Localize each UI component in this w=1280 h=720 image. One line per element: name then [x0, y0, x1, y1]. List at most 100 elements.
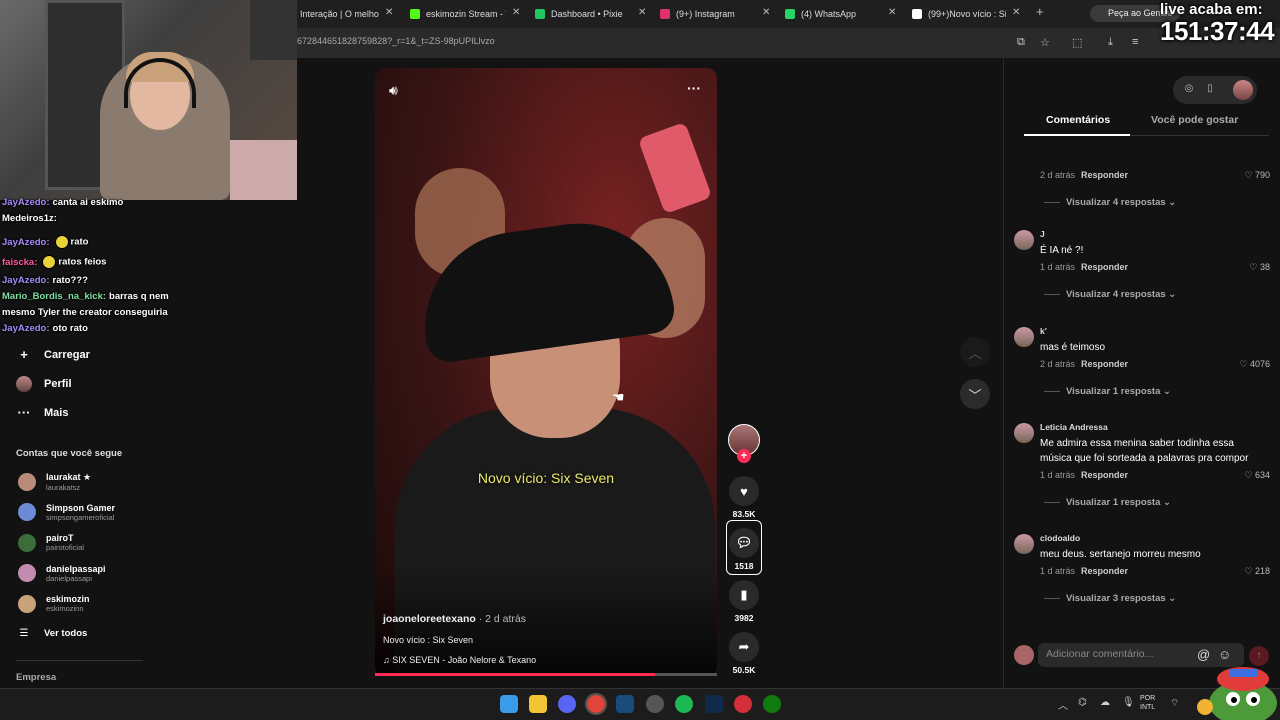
commenter-avatar[interactable] [1014, 230, 1034, 250]
comment-action[interactable]: 💬︎ 1518 [727, 528, 761, 571]
bookmark-star-icon[interactable]: ☆ [1040, 36, 1050, 49]
background-wall [250, 0, 297, 60]
share-action[interactable]: ➦ 50.5K [727, 632, 761, 675]
tab-comments[interactable]: Comentários [1046, 114, 1110, 126]
wifi-icon[interactable]: ⌔ [1170, 697, 1179, 710]
author-name[interactable]: joaoneloreetexano [383, 613, 476, 625]
video-music[interactable]: ♫ SIX SEVEN - João Nelore & Texano [383, 655, 536, 665]
opera-icon[interactable] [734, 695, 752, 713]
close-tab-icon[interactable]: ✕ [385, 7, 393, 18]
commenter-avatar[interactable] [1014, 327, 1034, 347]
compass-icon[interactable]: ◎ [1180, 80, 1198, 98]
browser-tab[interactable]: Dashboard • Pixie [535, 4, 632, 24]
url-text[interactable]: 6728446518287598​28?_r=1&_t=ZS-98pUPILlv… [297, 36, 495, 46]
cloud-icon[interactable]: ☁ [1100, 697, 1110, 708]
commenter-name[interactable]: J [1040, 229, 1045, 239]
previous-video-button[interactable]: ︿ [960, 337, 990, 367]
like-action[interactable]: ♥ 83.5K [727, 476, 761, 519]
chat-text: canta ai eskimo [52, 197, 124, 208]
heart-icon[interactable]: ♥ [729, 476, 759, 506]
reply-button[interactable]: Responder [1081, 566, 1128, 576]
comment-like[interactable]: ♡ 218 [1228, 566, 1270, 577]
video-player[interactable]: 🔊︎ ··· [375, 68, 717, 676]
spotify-icon[interactable] [675, 695, 693, 713]
network-icon[interactable]: ⌬ [1078, 697, 1087, 708]
xbox-icon[interactable] [763, 695, 781, 713]
close-tab-icon[interactable]: ✕ [888, 7, 896, 18]
view-replies[interactable]: Visualizar 1 resposta ⌄ [1044, 386, 1171, 397]
reply-button[interactable]: Responder [1081, 470, 1128, 480]
chrome-icon[interactable] [585, 693, 607, 715]
comment-like[interactable]: ♡ 4076 [1228, 359, 1270, 370]
reply-button[interactable]: Responder [1081, 359, 1128, 369]
new-tab-button[interactable]: + [1036, 4, 1044, 19]
share-arrow-icon[interactable]: ➦ [729, 632, 759, 662]
media-icon[interactable]: ≡ [1132, 36, 1138, 48]
obs-icon[interactable] [646, 695, 664, 713]
mic-icon[interactable]: 🎙︎ [1122, 697, 1135, 708]
more-options-icon[interactable]: ··· [687, 80, 701, 96]
tab-favicon-icon [660, 9, 670, 19]
see-all-link[interactable]: ☰ Ver todos [16, 628, 88, 639]
volume-icon[interactable]: 🔊︎ [389, 82, 398, 99]
browser-tab[interactable]: (9+) Instagram [660, 4, 756, 24]
commenter-name[interactable]: Leticia Andressa [1040, 422, 1108, 432]
reply-button[interactable]: Responder [1081, 170, 1128, 180]
user-avatar[interactable] [1233, 80, 1253, 100]
followed-account[interactable]: laurakat ★ laurakatsz [18, 472, 91, 492]
browser-tab[interactable]: eskimozin Stream - W [410, 4, 506, 24]
reply-button[interactable]: Responder [1081, 262, 1128, 272]
browser-tab[interactable]: (4) WhatsApp [785, 4, 882, 24]
view-replies[interactable]: Visualizar 1 resposta ⌄ [1044, 497, 1171, 508]
comment-like[interactable]: ♡ 38 [1228, 262, 1270, 273]
close-tab-icon[interactable]: ✕ [762, 7, 770, 18]
video-author[interactable]: joaoneloreetexano · 2 d atrás [383, 613, 526, 625]
phone-icon[interactable]: ▯ [1201, 80, 1219, 98]
comment-bubble-icon[interactable]: 💬︎ [729, 528, 759, 558]
windows-start-icon[interactable] [500, 695, 518, 713]
sidebar-item-profile[interactable]: Perfil [16, 376, 72, 392]
download-icon[interactable]: ⤓ [1108, 36, 1113, 49]
account-avatar [18, 473, 36, 491]
photoshop-icon[interactable] [705, 695, 723, 713]
comment-like[interactable]: ♡ 634 [1228, 470, 1270, 481]
sidebar-item-more[interactable]: ··· Mais [16, 405, 69, 420]
discord-icon[interactable] [558, 695, 576, 713]
company-link[interactable]: Empresa [16, 672, 56, 683]
music-title[interactable]: SIX SEVEN - João Nelore & Texano [392, 655, 536, 665]
followed-account[interactable]: Simpson Gamer simpsongameroficial [18, 503, 115, 522]
steam-icon[interactable] [616, 695, 634, 713]
tab-favicon-icon [535, 9, 545, 19]
bookmark-icon[interactable]: ▮ [729, 580, 759, 610]
view-replies[interactable]: Visualizar 3 respostas ⌄ [1044, 593, 1176, 604]
next-video-button[interactable]: ﹀ [960, 379, 990, 409]
chat-username: faiscka: [2, 256, 38, 268]
more-dots-icon: ··· [17, 405, 31, 420]
tray-chevron-icon[interactable]: ︿ [1058, 697, 1068, 712]
followed-account[interactable]: danielpassapi danielpassapi [18, 564, 106, 583]
commenter-avatar[interactable] [1014, 423, 1034, 443]
followed-account[interactable]: pairoT pairotoficial [18, 533, 84, 552]
follow-plus-icon[interactable]: + [737, 449, 751, 463]
commenter-name[interactable]: k' [1040, 326, 1047, 336]
browser-tab[interactable]: (99+)Novo vício : Six S [912, 4, 1006, 24]
view-replies[interactable]: Visualizar 4 respostas ⌄ [1044, 197, 1176, 208]
tab-you-may-like[interactable]: Você pode gostar [1151, 114, 1238, 126]
view-replies[interactable]: Visualizar 4 respostas ⌄ [1044, 289, 1176, 300]
close-tab-icon[interactable]: ✕ [638, 7, 646, 18]
tab-favicon-icon [785, 9, 795, 19]
sidebar-item-upload[interactable]: + Carregar [16, 347, 90, 362]
close-tab-icon[interactable]: ✕ [1012, 7, 1020, 18]
comment-like[interactable]: ♡ 790 [1228, 170, 1270, 181]
comment-text: Me admira essa menina saber todinha essa… [1040, 438, 1249, 464]
commenter-name[interactable]: clodoaldo [1040, 533, 1080, 543]
commenter-avatar[interactable] [1014, 534, 1034, 554]
language-indicator[interactable]: POR INTL [1140, 694, 1155, 712]
file-explorer-icon[interactable] [529, 695, 547, 713]
translate-icon[interactable]: ⧉ [1017, 36, 1025, 49]
followed-account[interactable]: eskimozin eskimozinn [18, 594, 90, 613]
save-action[interactable]: ▮ 3982 [727, 580, 761, 623]
close-tab-icon[interactable]: ✕ [512, 7, 520, 18]
extensions-icon[interactable]: ⬚ [1072, 36, 1082, 49]
browser-tab[interactable]: Interação | O melhor [300, 4, 379, 24]
